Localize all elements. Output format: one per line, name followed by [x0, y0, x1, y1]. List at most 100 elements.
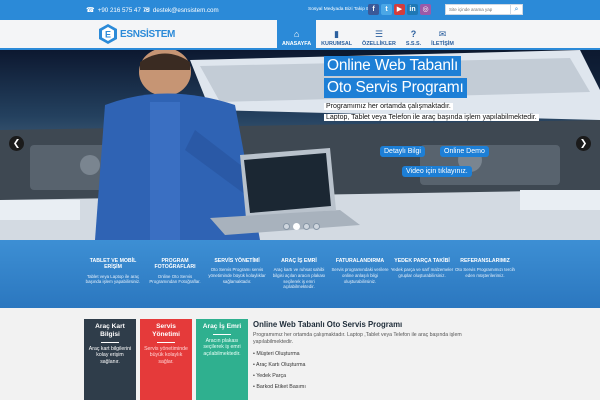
nav-label: KURUMSAL	[321, 41, 352, 47]
nav-item-s-s-s-[interactable]: ? S.S.S.	[401, 20, 426, 50]
info-list-item: • Barkod Etiket Basımı	[253, 382, 593, 393]
hero-subtitle-line1: Programımız her ortamda çalışmaktadır.	[324, 103, 453, 110]
slider-next-button[interactable]: ❯	[576, 136, 591, 151]
card-text: Servis yönetiminde büyük kolaylık sağlar…	[144, 346, 188, 365]
feature-title: YEDEK PARÇA TAKİBİ	[394, 258, 450, 264]
card-vehicle-info[interactable]: Araç Kart Bilgisi Araç kart bilgilerini …	[84, 319, 136, 400]
nav-item-kurumsal[interactable]: ▮ KURUMSAL	[316, 20, 357, 50]
feature-title: REFERANSLARIMIZ	[460, 258, 510, 264]
slider-dots	[283, 223, 320, 230]
chevron-left-icon: ❮	[12, 138, 21, 148]
youtube-icon[interactable]: ▶	[394, 4, 405, 15]
nav-label: ÖZELLİKLER	[362, 41, 396, 47]
main-nav: ⌂ ANASAYFA ▮ KURUMSAL ☰ ÖZELLİKLER? S.S.S. ✉ İLE…	[277, 20, 459, 50]
video-button[interactable]: Video için tıklayınız.	[402, 166, 472, 177]
nav-label: İLETİŞİM	[431, 41, 454, 47]
card-title: Araç İş Emri	[202, 323, 242, 330]
nav-label: S.S.S.	[405, 41, 422, 47]
card-title: Servis Yönetimi	[152, 323, 180, 338]
card-divider	[213, 334, 231, 335]
card-text: Aracın plakası seçilerek iş emri açılabi…	[203, 338, 241, 357]
info-list-text: Barkod Etiket Basımı	[256, 384, 306, 390]
chevron-right-icon: ❯	[579, 138, 588, 148]
feature-item[interactable]: YEDEK PARÇA TAKİBİ Yedek parça ve sarf ma…	[390, 240, 454, 308]
list-icon: ☰	[374, 29, 383, 39]
info-list-item: • Yedek Parça	[253, 371, 593, 382]
hero-slider: Online Web Tabanlı Oto Servis Programı P…	[0, 50, 600, 240]
content-section: Araç Kart Bilgisi Araç kart bilgilerini …	[0, 308, 600, 400]
feature-text: Araç kartı ve ruhsat sahibi bilgisi açıl…	[272, 267, 326, 290]
info-list-text: Yedek Parça	[256, 373, 287, 379]
detail-button[interactable]: Detaylı Bilgi	[380, 146, 425, 157]
card-service-management[interactable]: Servis Yönetimi Servis yönetiminde büyük…	[140, 319, 192, 400]
top-bar: ☎ +90 216 575 47 78 ✉ destek@esnsistem.c…	[0, 0, 600, 20]
slider-dot[interactable]	[313, 223, 320, 230]
slider-dot[interactable]	[303, 223, 310, 230]
hero-title-line2: Oto Servis Programı	[324, 78, 467, 98]
nav-item--zelli-kler[interactable]: ☰ ÖZELLİKLER	[357, 20, 401, 50]
linkedin-icon[interactable]: in	[407, 4, 418, 15]
info-title: Online Web Tabanlı Oto Servis Programı	[253, 320, 403, 329]
social-label: Sosyal Medyada Bizi Takip Edin	[308, 7, 376, 12]
feature-text: Yedek parça ve sarf malzemeler gruplar o…	[390, 267, 454, 278]
nav-item-anasayfa[interactable]: ⌂ ANASAYFA	[277, 20, 317, 50]
feature-item[interactable]: FATURALANDIRMA Servis programındaki veril…	[330, 240, 390, 308]
card-divider	[157, 342, 175, 343]
feature-title: SERVİS YÖNETİMİ	[214, 258, 260, 264]
hero-image	[0, 50, 600, 240]
search-button[interactable]: ⌕	[511, 4, 523, 15]
feature-text: Online Oto Servis Programından Fotoğrafl…	[149, 273, 201, 285]
feature-item[interactable]: TABLET VE MOBİL ERİŞİM Tablet veya Laptop…	[82, 240, 144, 308]
site-header: E ESNSİSTEM ⌂ ANASAYFA ▮ KURUMSAL ☰ ÖZELLİKLE…	[0, 20, 600, 50]
info-description: Programımız her ortamda çalışmaktadır. L…	[253, 332, 462, 345]
hero-title-line1: Online Web Tabanlı	[324, 56, 462, 76]
feature-text: Tablet veya Laptop ile araç başında işle…	[85, 273, 141, 285]
search-icon: ⌕	[514, 6, 519, 13]
logo[interactable]: E ESNSİSTEM	[98, 23, 175, 45]
instagram-icon[interactable]: ◎	[420, 4, 431, 15]
feature-title: PROGRAM FOTOĞRAFLARI	[154, 258, 196, 271]
slider-dot[interactable]	[283, 223, 290, 230]
phone-number: +90 216 575 47 78	[97, 6, 150, 14]
social-links: f t ▶ in ◎	[368, 4, 431, 15]
question-icon: ?	[410, 29, 417, 39]
feature-strip: TABLET VE MOBİL ERİŞİM Tablet veya Laptop…	[0, 240, 600, 308]
feature-title: ARAÇ İŞ EMRİ	[281, 258, 317, 264]
card-title: Araç Kart Bilgisi	[95, 323, 125, 338]
email-contact[interactable]: ✉ destek@esnsistem.com	[144, 0, 219, 20]
envelope-icon: ✉	[144, 6, 150, 14]
facebook-icon[interactable]: f	[368, 4, 379, 15]
info-list-text: Araç Kartı Oluşturma	[256, 362, 306, 368]
card-text: Araç kart bilgilerini kolay erişim sağla…	[88, 346, 132, 365]
hero-subtitle-line2: Laptop, Tablet veya Telefon ile araç baş…	[324, 114, 539, 121]
building-icon: ▮	[334, 29, 340, 39]
search-input[interactable]	[445, 4, 511, 15]
info-list-item: • Araç Kartı Oluşturma	[253, 360, 593, 371]
card-work-order[interactable]: Araç İş Emri Aracın plakası seçilerek iş…	[196, 319, 248, 400]
feature-title: TABLET VE MOBİL ERİŞİM	[89, 258, 137, 271]
info-list-text: Müşteri Oluşturma	[256, 351, 300, 357]
slider-dot[interactable]	[293, 223, 300, 230]
demo-button[interactable]: Online Demo	[440, 146, 489, 157]
feature-text: Servis programındaki verilere online anl…	[331, 267, 389, 284]
feature-text: Oto Servis Programımızı tercih eden müşt…	[454, 267, 516, 278]
info-list-item: • Müşteri Oluşturma	[253, 349, 593, 360]
logo-text: ESNSİSTEM	[120, 28, 176, 40]
phone-contact[interactable]: ☎ +90 216 575 47 78	[86, 0, 150, 20]
card-divider	[101, 342, 119, 343]
feature-item[interactable]: REFERANSLARIMIZ Oto Servis Programımızı t…	[454, 240, 516, 308]
svg-text:E: E	[105, 30, 111, 40]
phone-icon: ☎	[86, 6, 95, 14]
home-icon: ⌂	[293, 29, 300, 39]
slider-prev-button[interactable]: ❮	[9, 136, 24, 151]
feature-title: FATURALANDIRMA	[335, 258, 385, 264]
nav-label: ANASAYFA	[282, 41, 312, 47]
feature-item[interactable]: SERVİS YÖNETİMİ Oto Servis Programı servi…	[206, 240, 268, 308]
nav-item-i-leti-i-m[interactable]: ✉ İLETİŞİM	[426, 20, 459, 50]
feature-item[interactable]: ARAÇ İŞ EMRİ Araç kartı ve ruhsat sahibi …	[268, 240, 330, 308]
email-address: destek@esnsistem.com	[152, 6, 219, 14]
twitter-icon[interactable]: t	[381, 4, 392, 15]
info-panel: Online Web Tabanlı Oto Servis Programı P…	[253, 320, 593, 393]
feature-item[interactable]: PROGRAM FOTOĞRAFLARI Online Oto Servis Pr…	[144, 240, 206, 308]
logo-icon: E	[99, 24, 117, 44]
